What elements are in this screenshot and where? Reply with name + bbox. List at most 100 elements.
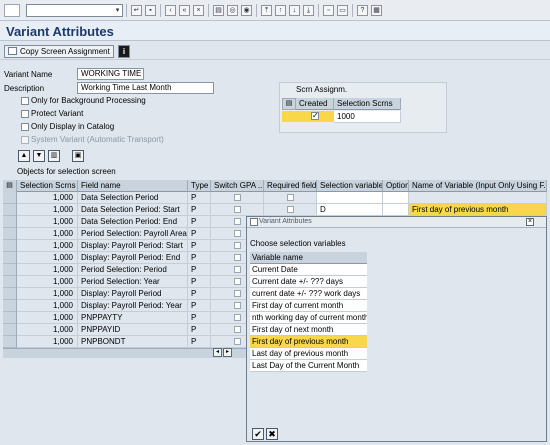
scroll-right-icon[interactable]: ▸ [223,348,232,357]
row-checkbox[interactable] [233,290,241,297]
type-cell[interactable]: P [188,324,211,336]
selection-scrn-cell[interactable]: 1,000 [17,216,78,228]
variable-name-cell[interactable] [409,192,547,204]
exit-icon[interactable]: « [179,5,190,16]
select-all-icon[interactable]: ▤ [282,98,296,110]
chevron-down-icon[interactable]: ▾ [113,5,122,16]
help-icon[interactable]: ? [357,5,368,16]
type-cell[interactable]: P [188,192,211,204]
row-selector[interactable] [3,276,17,288]
variable-list-item[interactable]: First day of next month [250,324,367,336]
filter-icon[interactable]: ▼ [33,150,45,162]
type-cell[interactable]: P [188,240,211,252]
variable-name-cell[interactable]: First day of previous month [409,204,547,216]
selection-scrn-cell[interactable]: 1,000 [17,324,78,336]
selection-scrn-cell[interactable]: 1,000 [17,288,78,300]
type-cell[interactable]: P [188,216,211,228]
row-checkbox[interactable] [233,254,241,261]
shortcut-icon[interactable]: ▭ [337,5,348,16]
column-header[interactable]: Field name [78,180,188,192]
row-selector[interactable] [3,204,17,216]
row-selector[interactable] [3,312,17,324]
row-selector[interactable] [3,324,17,336]
type-cell[interactable]: P [188,336,211,348]
enter-icon[interactable]: ↵ [131,5,142,16]
row-checkbox[interactable] [233,278,241,285]
row-selector[interactable] [3,216,17,228]
row-checkbox[interactable] [233,302,241,309]
row-selector[interactable] [3,288,17,300]
created-column-header[interactable]: Created [296,98,334,110]
row-selector[interactable] [3,252,17,264]
type-cell[interactable]: P [188,204,211,216]
save-icon[interactable]: ▪ [145,5,156,16]
selection-scrn-cell[interactable]: 1,000 [17,276,78,288]
row-checkbox[interactable] [233,230,241,237]
row-checkbox[interactable] [233,242,241,249]
description-field[interactable]: Working Time Last Month [77,82,214,94]
close-icon[interactable]: × [526,218,534,226]
row-selector[interactable] [3,228,17,240]
row-checkbox[interactable] [233,218,241,225]
field-name-cell[interactable]: Display: Payroll Period [78,288,188,300]
selection-scrn-cell[interactable]: 1,000 [17,300,78,312]
column-header[interactable]: Switch GPA ... [211,180,264,192]
row-selector[interactable] [3,192,17,204]
row-checkbox[interactable] [233,194,241,201]
previous-page-icon[interactable]: ↑ [275,5,286,16]
selection-variable-cell[interactable]: D [317,204,383,216]
field-name-cell[interactable]: Display: Payroll Period: End [78,252,188,264]
option-cell[interactable] [383,192,409,204]
type-cell[interactable]: P [188,264,211,276]
next-page-icon[interactable]: ↓ [289,5,300,16]
column-header[interactable]: Selection variable [317,180,383,192]
copy-screen-assignment-button[interactable]: Copy Screen Assignment [4,45,114,58]
column-header[interactable]: Type [188,180,211,192]
field-name-cell[interactable]: Period Selection: Payroll Area [78,228,188,240]
field-name-cell[interactable]: Data Selection Period: Start [78,204,188,216]
scroll-left-icon[interactable]: ◂ [213,348,222,357]
selection-scrn-cell[interactable]: 1,000 [17,252,78,264]
row-checkbox[interactable] [233,326,241,333]
column-header[interactable]: Selection Scrns [17,180,78,192]
layout-menu-icon[interactable]: ▦ [371,5,382,16]
field-name-cell[interactable]: Display: Payroll Period: Start [78,240,188,252]
selection-scrn-cell[interactable]: 1,000 [17,204,78,216]
option-cell[interactable] [383,204,409,216]
selection-scrn-cell[interactable]: 1,000 [17,264,78,276]
field-name-cell[interactable]: Data Selection Period: End [78,216,188,228]
cancel-button[interactable]: ✖ [266,428,278,440]
selection-scrn-cell[interactable]: 1,000 [17,312,78,324]
selection-scrns-column-header[interactable]: Selection Scrns [334,98,401,110]
column-header[interactable]: Required field [264,180,317,192]
field-name-cell[interactable]: PNPPAYTY [78,312,188,324]
type-cell[interactable]: P [188,312,211,324]
row-selector[interactable] [3,240,17,252]
variable-name-header[interactable]: Variable name [250,252,367,264]
field-name-cell[interactable]: PNPBONDT [78,336,188,348]
cancel-icon[interactable]: × [193,5,204,16]
info-button[interactable]: i [118,45,130,58]
selection-scrn-cell[interactable]: 1,000 [17,336,78,348]
row-checkbox[interactable] [286,206,294,213]
selection-scrn-cell[interactable]: 1,000 [17,192,78,204]
table-select-all-icon[interactable]: ▤ [3,180,17,192]
back-icon[interactable]: ‹ [165,5,176,16]
row-checkbox[interactable] [233,314,241,321]
row-selector[interactable] [282,111,296,122]
print-icon[interactable]: ▤ [213,5,224,16]
field-name-cell[interactable]: Display: Payroll Period: Year [78,300,188,312]
background-processing-checkbox[interactable] [21,97,29,105]
command-field[interactable] [26,4,123,17]
row-selector[interactable] [3,264,17,276]
row-selector[interactable] [3,300,17,312]
field-name-cell[interactable]: Period Selection: Period [78,264,188,276]
last-page-icon[interactable]: ⤓ [303,5,314,16]
column-header[interactable]: Name of Variable (Input Only Using F... [409,180,547,192]
variable-list-item[interactable]: First day of previous month [250,336,367,348]
variable-list-item[interactable]: nth working day of current month [250,312,367,324]
row-checkbox[interactable] [233,338,241,345]
created-checkbox[interactable] [311,111,319,121]
selection-scrn-cell[interactable]: 1,000 [17,240,78,252]
field-name-cell[interactable]: Period Selection: Year [78,276,188,288]
